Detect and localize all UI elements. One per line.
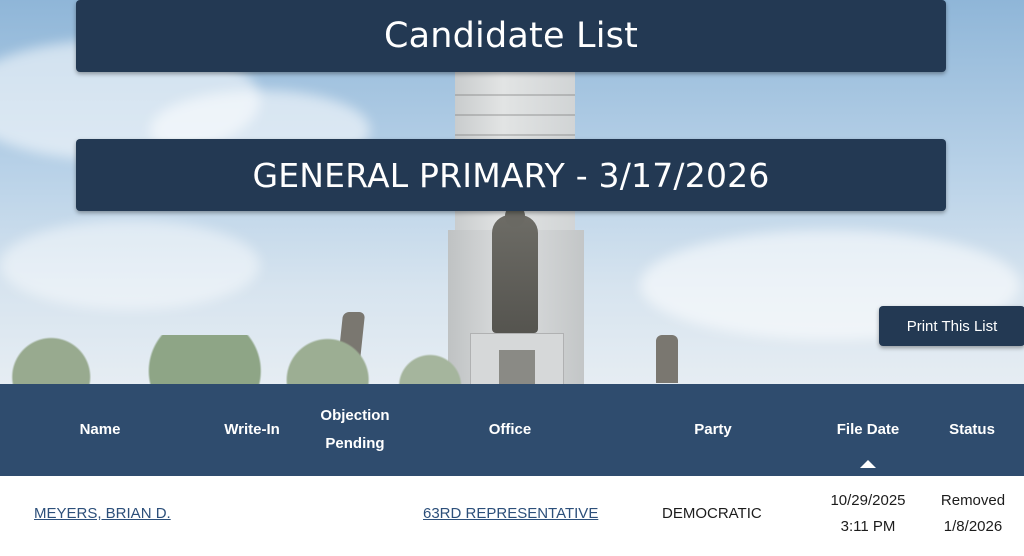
column-header-write-in[interactable]: Write-In: [212, 384, 292, 476]
election-banner: GENERAL PRIMARY - 3/17/2026: [76, 139, 946, 211]
page-title-banner: Candidate List: [76, 0, 946, 72]
print-list-button[interactable]: Print This List: [879, 306, 1024, 346]
file-time: 3:11 PM: [840, 517, 896, 535]
column-header-objection-line1: Objection: [320, 407, 390, 424]
status-cell: Removed 1/8/2026: [932, 476, 1014, 551]
status-text: Removed: [940, 491, 1006, 509]
file-date-cell: 10/29/2025 3:11 PM: [818, 476, 918, 551]
file-date: 10/29/2025: [830, 491, 906, 509]
candidate-table: Name Write-In Objection Pending Office P…: [0, 384, 1024, 556]
page-title: Candidate List: [383, 16, 639, 56]
statue: [492, 215, 538, 333]
office-link[interactable]: 63RD REPRESENTATIVE: [423, 505, 598, 522]
candidate-name-link[interactable]: MEYERS, BRIAN D.: [34, 505, 171, 522]
column-header-name[interactable]: Name: [40, 384, 160, 476]
status-date: 1/8/2026: [943, 517, 1003, 535]
trees: [0, 335, 1024, 385]
column-header-status[interactable]: Status: [932, 384, 1012, 476]
table-header: Name Write-In Objection Pending Office P…: [0, 384, 1024, 476]
election-title: GENERAL PRIMARY - 3/17/2026: [252, 155, 770, 195]
column-header-office[interactable]: Office: [440, 384, 580, 476]
party-cell: DEMOCRATIC: [662, 505, 762, 522]
column-header-objection-pending[interactable]: Objection Pending: [305, 384, 405, 476]
cloud: [0, 220, 260, 310]
table-row: MEYERS, BRIAN D. 63RD REPRESENTATIVE DEM…: [0, 476, 1024, 556]
column-header-objection-line2: Pending: [325, 435, 385, 452]
sort-ascending-icon: [860, 460, 876, 468]
column-header-party[interactable]: Party: [660, 384, 766, 476]
